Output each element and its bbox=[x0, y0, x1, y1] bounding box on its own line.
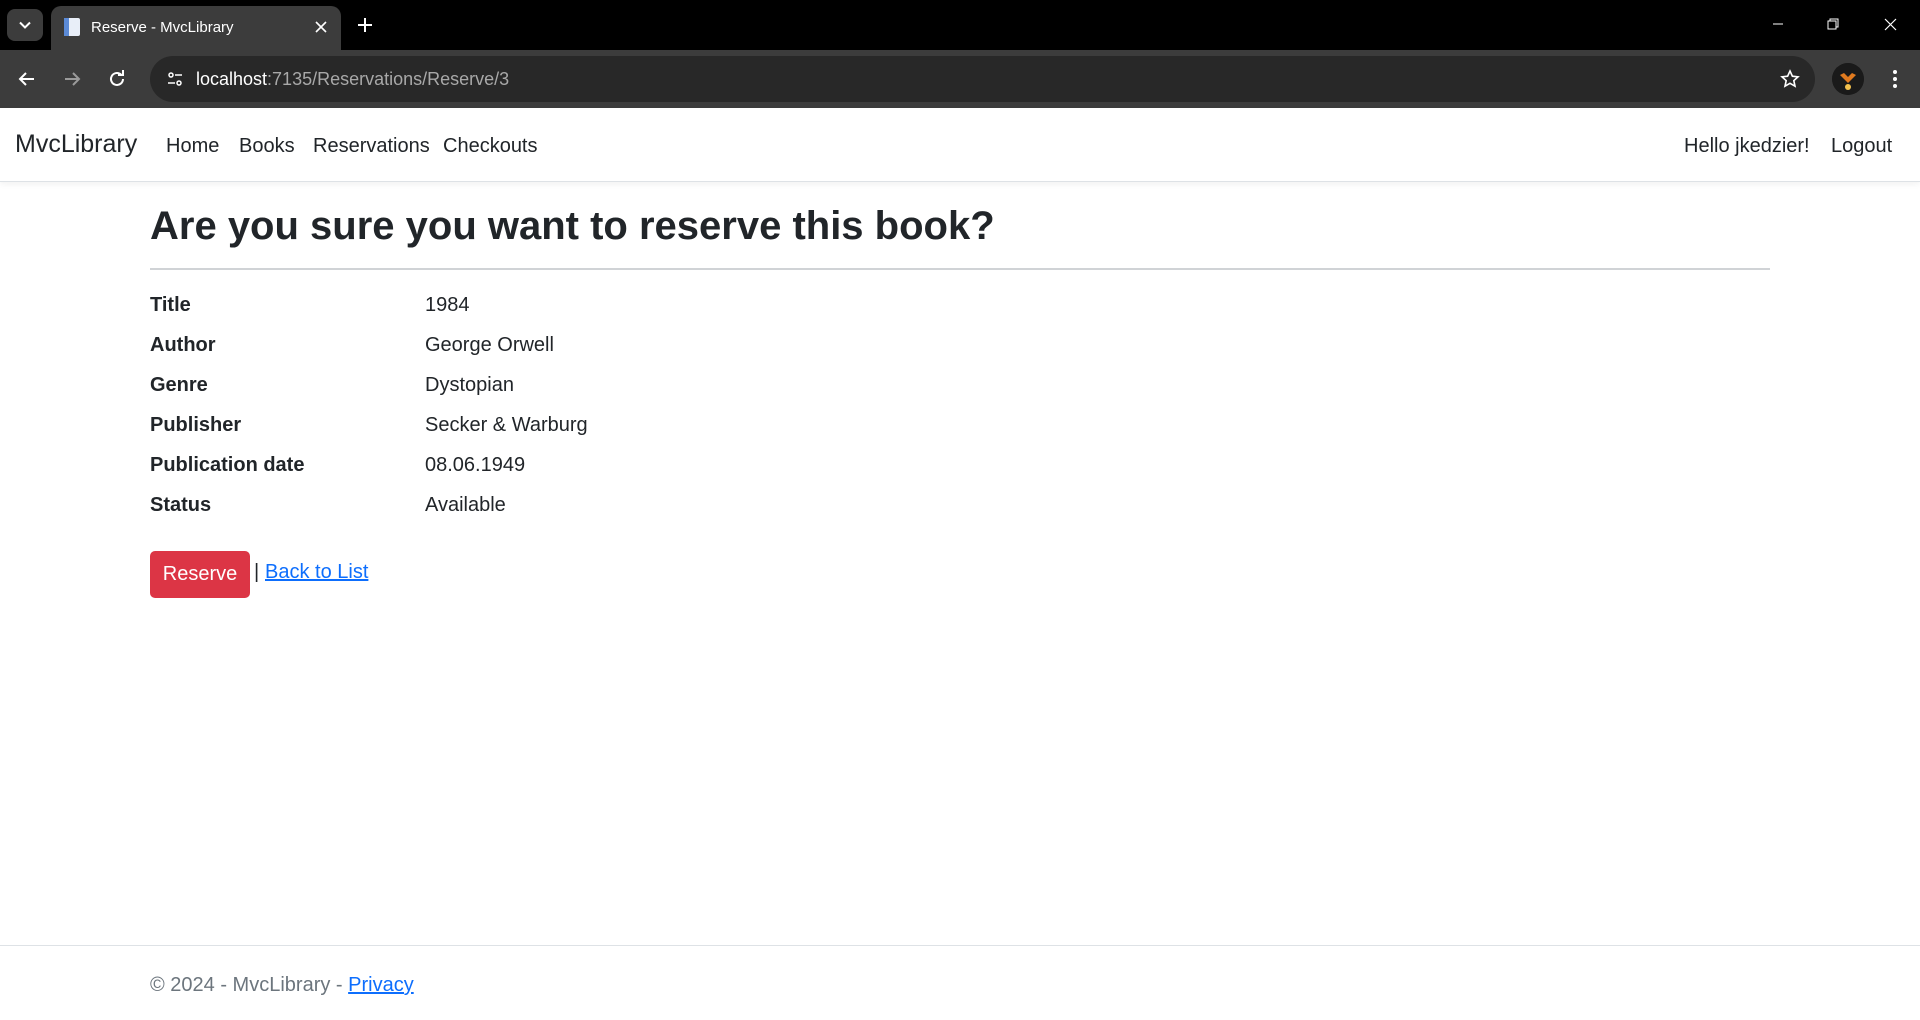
tab-search-button[interactable] bbox=[7, 9, 43, 41]
divider bbox=[150, 268, 1770, 270]
detail-value-publisher: Secker & Warburg bbox=[425, 414, 588, 436]
arrow-right-icon bbox=[65, 72, 81, 86]
detail-label-publisher: Publisher bbox=[150, 414, 242, 436]
reload-button[interactable] bbox=[100, 62, 134, 96]
bookmark-star-icon[interactable] bbox=[1777, 66, 1803, 92]
detail-row: Publication date 08.06.1949 bbox=[150, 454, 950, 484]
back-button[interactable] bbox=[10, 62, 44, 96]
plus-icon bbox=[358, 18, 372, 32]
new-tab-button[interactable] bbox=[352, 12, 378, 38]
chevron-down-icon bbox=[19, 21, 31, 29]
page-title: Are you sure you want to reserve this bo… bbox=[150, 204, 995, 248]
logout-link[interactable]: Logout bbox=[1831, 135, 1892, 158]
profile-avatar[interactable] bbox=[1832, 63, 1864, 95]
detail-row: Title 1984 bbox=[150, 294, 950, 324]
privacy-link[interactable]: Privacy bbox=[348, 974, 414, 996]
browser-toolbar: localhost:7135/Reservations/Reserve/3 bbox=[0, 50, 1920, 108]
url-host: localhost bbox=[196, 69, 268, 89]
restore-icon bbox=[1827, 18, 1839, 30]
arrow-left-icon bbox=[18, 72, 34, 86]
restore-button[interactable] bbox=[1813, 8, 1853, 40]
reserve-button[interactable]: Reserve bbox=[150, 551, 250, 598]
nav-link-reservations[interactable]: Reservations bbox=[313, 135, 430, 158]
avatar-icon bbox=[1832, 63, 1864, 95]
address-bar[interactable]: localhost:7135/Reservations/Reserve/3 bbox=[150, 56, 1815, 102]
site-info-icon[interactable] bbox=[160, 64, 190, 94]
browser-tab-strip: Reserve - MvcLibrary bbox=[0, 0, 1920, 50]
detail-value-genre: Dystopian bbox=[425, 374, 514, 396]
nav-link-checkouts[interactable]: Checkouts bbox=[443, 135, 538, 158]
action-separator: | bbox=[254, 561, 260, 583]
browser-tab-active[interactable]: Reserve - MvcLibrary bbox=[51, 6, 341, 50]
user-greeting-link[interactable]: Hello jkedzier! bbox=[1684, 135, 1810, 158]
brand-link[interactable]: MvcLibrary bbox=[15, 130, 137, 159]
detail-label-status: Status bbox=[150, 494, 212, 516]
more-vertical-icon bbox=[1893, 70, 1897, 88]
footer-copyright: © 2024 - MvcLibrary - bbox=[150, 974, 349, 996]
document-favicon-icon bbox=[64, 18, 80, 36]
close-window-button[interactable] bbox=[1870, 8, 1910, 40]
site-navbar: MvcLibrary Home Books Reservations Check… bbox=[0, 108, 1920, 182]
detail-label-publication-date: Publication date bbox=[150, 454, 305, 476]
back-to-list-link[interactable]: Back to List bbox=[265, 561, 368, 584]
page-footer: © 2024 - MvcLibrary - Privacy bbox=[0, 945, 1920, 1020]
url-path: :7135/Reservations/Reserve/3 bbox=[267, 69, 510, 89]
detail-row: Genre Dystopian bbox=[150, 374, 950, 404]
detail-value-publication-date: 08.06.1949 bbox=[425, 454, 526, 476]
detail-row: Author George Orwell bbox=[150, 334, 950, 364]
footer-text: © 2024 - MvcLibrary - Privacy bbox=[150, 974, 414, 997]
url-text: localhost:7135/Reservations/Reserve/3 bbox=[196, 69, 509, 90]
detail-row: Status Available bbox=[150, 494, 950, 524]
detail-label-title: Title bbox=[150, 294, 191, 316]
nav-link-books[interactable]: Books bbox=[239, 135, 295, 158]
detail-value-status: Available bbox=[425, 494, 506, 516]
close-icon bbox=[1884, 18, 1896, 30]
detail-value-author: George Orwell bbox=[425, 334, 554, 356]
detail-label-author: Author bbox=[150, 334, 216, 356]
nav-link-home[interactable]: Home bbox=[166, 135, 219, 158]
detail-value-title: 1984 bbox=[425, 294, 470, 316]
detail-label-genre: Genre bbox=[150, 374, 208, 396]
minimize-icon bbox=[1773, 23, 1783, 25]
minimize-button[interactable] bbox=[1758, 8, 1798, 40]
browser-menu-button[interactable] bbox=[1880, 64, 1910, 94]
tab-title: Reserve - MvcLibrary bbox=[91, 19, 234, 36]
forward-button[interactable] bbox=[55, 62, 89, 96]
reload-icon bbox=[110, 70, 124, 86]
tab-close-icon[interactable] bbox=[311, 17, 331, 37]
detail-row: Publisher Secker & Warburg bbox=[150, 414, 950, 444]
